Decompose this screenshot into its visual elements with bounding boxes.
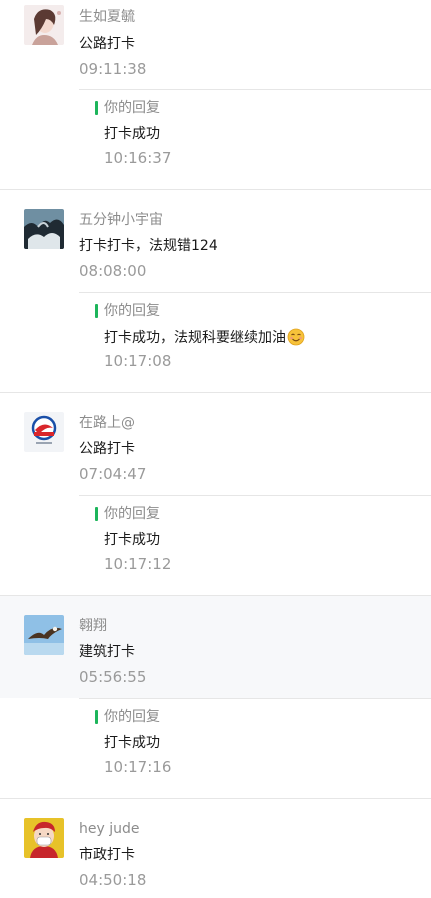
user-name: 五分钟小宇宙	[79, 212, 163, 228]
message-time: 05:56:55	[79, 668, 147, 686]
reply-divider	[79, 292, 431, 293]
message-text: 建筑打卡	[79, 644, 135, 660]
reply-text: 打卡成功，法规科要继续加油	[104, 328, 305, 347]
user-avatar[interactable]	[24, 209, 64, 249]
reply-marker	[95, 304, 98, 318]
reply-time: 10:17:12	[104, 555, 172, 573]
message-item[interactable]: 生如夏毓 公路打卡 09:11:38 你的回复 打卡成功 10:16:37	[0, 0, 431, 190]
message-text: 公路打卡	[79, 36, 135, 52]
reply-divider	[79, 495, 431, 496]
user-avatar[interactable]	[24, 615, 64, 655]
user-avatar[interactable]	[24, 412, 64, 452]
message-item[interactable]: 翱翔 建筑打卡 05:56:55	[0, 596, 431, 698]
message-item[interactable]: 五分钟小宇宙 打卡打卡，法规错124 08:08:00 你的回复 打卡成功，法规…	[0, 190, 431, 393]
message-text: 打卡打卡，法规错124	[79, 238, 218, 254]
reply-text: 打卡成功	[104, 126, 160, 142]
message-time: 07:04:47	[79, 465, 147, 483]
message-time: 04:50:18	[79, 871, 147, 889]
user-name: 在路上@	[79, 415, 135, 431]
user-name: hey jude	[79, 821, 140, 837]
message-text: 公路打卡	[79, 441, 135, 457]
reply-marker	[95, 101, 98, 115]
user-avatar[interactable]	[24, 818, 64, 858]
message-item[interactable]: 在路上@ 公路打卡 07:04:47 你的回复 打卡成功 10:17:12	[0, 393, 431, 596]
message-time: 09:11:38	[79, 60, 147, 78]
reply-marker	[95, 507, 98, 521]
reply-label: 你的回复	[104, 100, 160, 116]
smiling-face-emoji-icon	[287, 328, 305, 346]
reply-text: 打卡成功	[104, 532, 160, 548]
reply-marker	[95, 710, 98, 724]
reply-label: 你的回复	[104, 709, 160, 725]
message-time: 08:08:00	[79, 262, 147, 280]
reply-divider	[79, 89, 431, 90]
message-text: 市政打卡	[79, 847, 135, 863]
reply-time: 10:17:16	[104, 758, 172, 776]
user-avatar[interactable]	[24, 5, 64, 45]
reply-label: 你的回复	[104, 303, 160, 319]
message-item[interactable]: hey jude 市政打卡 04:50:18	[0, 799, 431, 898]
user-name: 生如夏毓	[79, 9, 135, 25]
reply-label: 你的回复	[104, 506, 160, 522]
user-name: 翱翔	[79, 618, 107, 634]
reply-divider	[79, 698, 431, 699]
reply-time: 10:17:08	[104, 352, 172, 370]
reply-text-content: 打卡成功，法规科要继续加油	[104, 330, 286, 346]
reply-time: 10:16:37	[104, 149, 172, 167]
reply-text: 打卡成功	[104, 735, 160, 751]
